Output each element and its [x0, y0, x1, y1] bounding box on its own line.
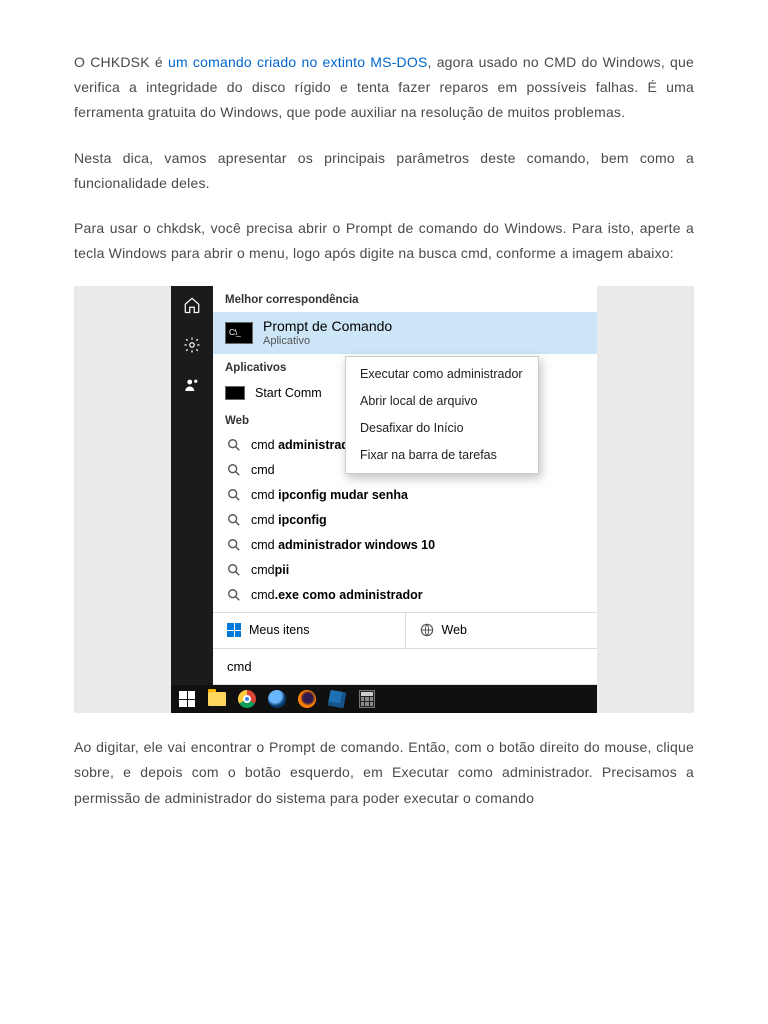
app-icon [225, 386, 245, 400]
taskbar [171, 685, 597, 713]
filter-tabs: Meus itens Web [213, 612, 597, 648]
suggestion-3[interactable]: cmd ipconfig [213, 508, 597, 533]
ctx-unpin-start[interactable]: Desafixar do Início [346, 415, 538, 442]
suggestion-6[interactable]: cmd.exe como administrador [213, 583, 597, 608]
start-button[interactable] [175, 688, 199, 710]
virtualbox-icon[interactable] [325, 688, 349, 710]
start-rail [171, 286, 213, 685]
tab-my-label: Meus itens [249, 623, 309, 638]
gear-icon[interactable] [183, 336, 201, 358]
search-icon [227, 463, 241, 477]
apps-item-label: Start Comm [255, 386, 322, 401]
start-menu-screenshot: Melhor correspondência C:\_ Prompt de Co… [171, 286, 597, 713]
context-menu: Executar como administrador Abrir local … [345, 356, 539, 474]
paragraph-4: Ao digitar, ele vai encontrar o Prompt d… [74, 735, 694, 811]
best-match-header: Melhor correspondência [213, 286, 597, 312]
search-icon [227, 488, 241, 502]
tab-my-items[interactable]: Meus itens [213, 613, 406, 648]
search-icon [227, 563, 241, 577]
tab-web-label: Web [442, 623, 467, 638]
search-icon [227, 438, 241, 452]
suggestion-4[interactable]: cmd administrador windows 10 [213, 533, 597, 558]
thunderbird-icon[interactable] [265, 688, 289, 710]
explorer-icon[interactable] [205, 688, 229, 710]
tab-web[interactable]: Web [406, 613, 598, 648]
best-subtitle: Aplicativo [263, 335, 392, 348]
search-icon [227, 538, 241, 552]
paragraph-2: Nesta dica, vamos apresentar os principa… [74, 146, 694, 196]
suggestion-2[interactable]: cmd ipconfig mudar senha [213, 483, 597, 508]
msdos-link[interactable]: um comando criado no extinto MS-DOS [168, 54, 428, 70]
ctx-run-admin[interactable]: Executar como administrador [346, 361, 538, 388]
results-pane: Melhor correspondência C:\_ Prompt de Co… [213, 286, 597, 685]
calculator-icon[interactable] [355, 688, 379, 710]
best-title: Prompt de Comando [263, 318, 392, 335]
screenshot-container: Melhor correspondência C:\_ Prompt de Co… [74, 286, 694, 713]
chrome-icon[interactable] [235, 688, 259, 710]
search-input[interactable]: cmd [213, 648, 597, 686]
ctx-pin-taskbar[interactable]: Fixar na barra de tarefas [346, 442, 538, 469]
windows-icon [227, 623, 241, 637]
suggestion-5[interactable]: cmdpii [213, 558, 597, 583]
search-icon [227, 588, 241, 602]
home-icon[interactable] [183, 296, 201, 318]
ctx-open-location[interactable]: Abrir local de arquivo [346, 388, 538, 415]
people-icon[interactable] [183, 376, 201, 398]
paragraph-1: O CHKDSK é um comando criado no extinto … [74, 50, 694, 126]
paragraph-3: Para usar o chkdsk, você precisa abrir o… [74, 216, 694, 266]
firefox-icon[interactable] [295, 688, 319, 710]
para1-lead: O CHKDSK é [74, 54, 168, 70]
globe-icon [420, 623, 434, 637]
search-icon [227, 513, 241, 527]
best-match-item[interactable]: C:\_ Prompt de Comando Aplicativo [213, 312, 597, 354]
cmd-icon: C:\_ [225, 322, 253, 344]
